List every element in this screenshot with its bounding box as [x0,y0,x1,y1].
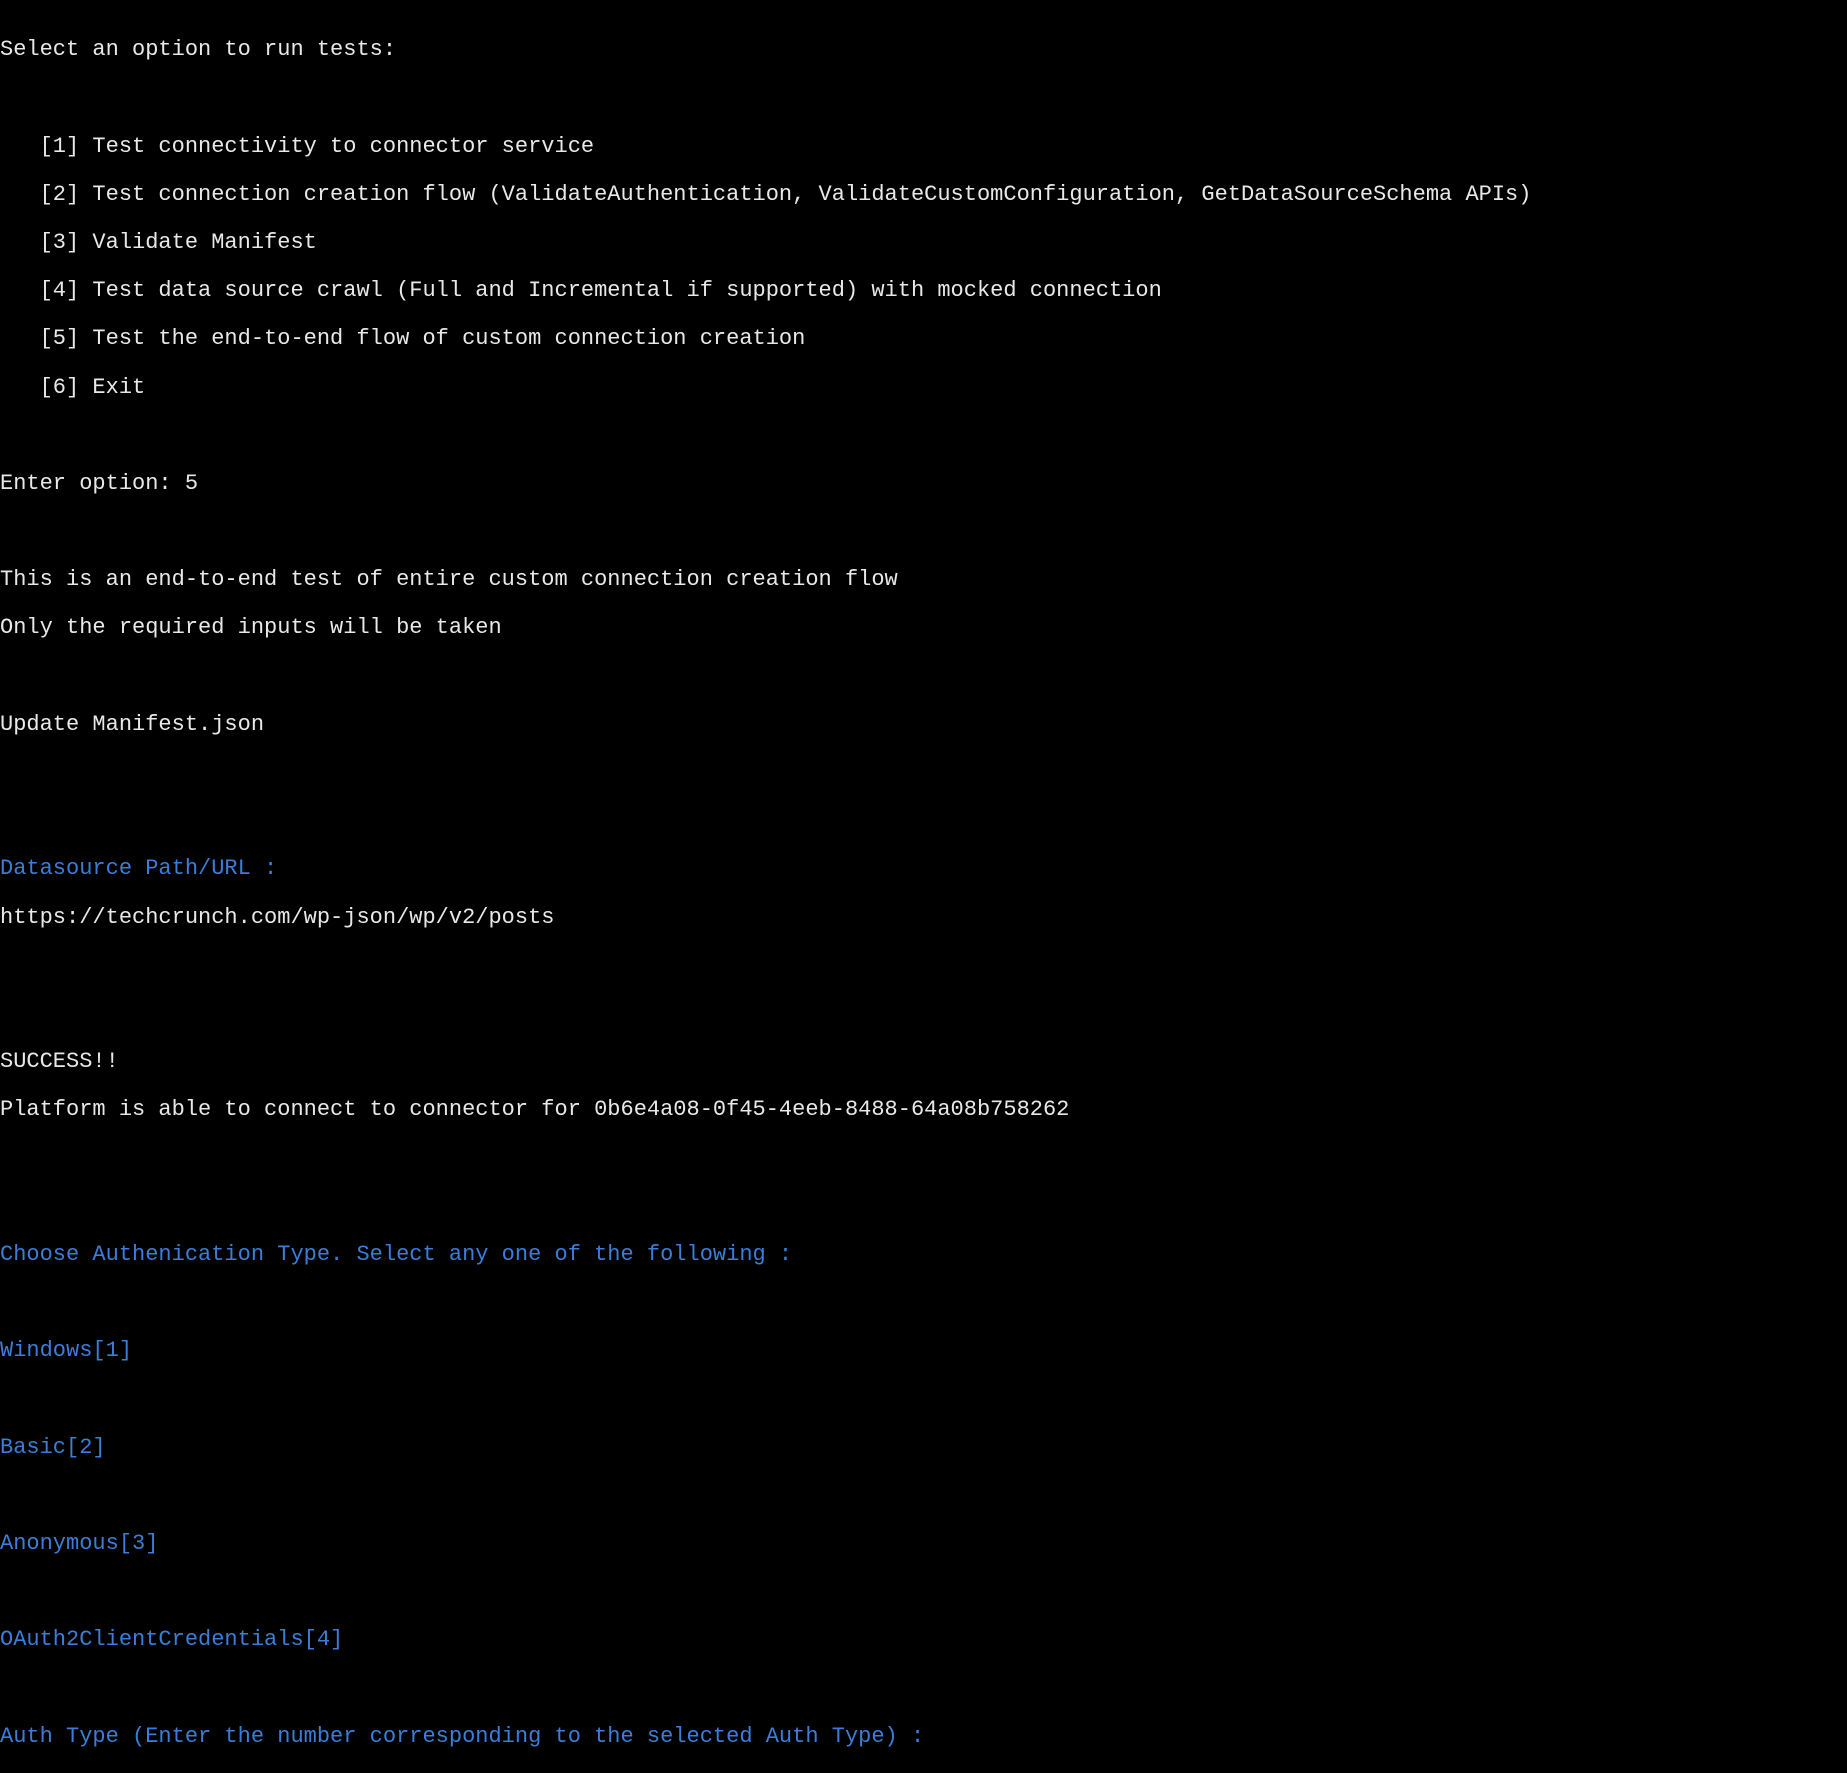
blank-line [0,1580,1847,1604]
auth-type-prompt[interactable]: Auth Type (Enter the number correspondin… [0,1725,1847,1749]
menu-option-1: [1] Test connectivity to connector servi… [0,135,1847,159]
blank-line [0,761,1847,785]
datasource-value: https://techcrunch.com/wp-json/wp/v2/pos… [0,906,1847,930]
blank-line [0,520,1847,544]
terminal-output[interactable]: Select an option to run tests: [1] Test … [0,0,1847,1773]
menu-option-2: [2] Test connection creation flow (Valid… [0,183,1847,207]
menu-option-3: [3] Validate Manifest [0,231,1847,255]
blank-line [0,1147,1847,1171]
datasource-label: Datasource Path/URL : [0,857,1847,881]
blank-line [0,1387,1847,1411]
blank-line [0,1677,1847,1701]
blank-line [0,809,1847,833]
auth-header: Choose Authenication Type. Select any on… [0,1243,1847,1267]
menu-option-5: [5] Test the end-to-end flow of custom c… [0,327,1847,351]
enter-option-value: 5 [185,471,198,496]
auth-option-windows: Windows[1] [0,1339,1847,1363]
auth-option-oauth: OAuth2ClientCredentials[4] [0,1628,1847,1652]
enter-option-label: Enter option: [0,471,185,496]
update-manifest-line: Update Manifest.json [0,713,1847,737]
auth-option-basic: Basic[2] [0,1436,1847,1460]
blank-line [0,1195,1847,1219]
description-line-1: This is an end-to-end test of entire cus… [0,568,1847,592]
enter-option-line: Enter option: 5 [0,472,1847,496]
menu-option-6: [6] Exit [0,376,1847,400]
success-line-2: Platform is able to connect to connector… [0,1098,1847,1122]
success-line-1: SUCCESS!! [0,1050,1847,1074]
blank-line [0,665,1847,689]
description-line-2: Only the required inputs will be taken [0,616,1847,640]
blank-line [0,424,1847,448]
menu-option-4: [4] Test data source crawl (Full and Inc… [0,279,1847,303]
blank-line [0,86,1847,110]
blank-line [0,1291,1847,1315]
blank-line [0,954,1847,978]
menu-header: Select an option to run tests: [0,38,1847,62]
blank-line [0,1002,1847,1026]
blank-line [0,1484,1847,1508]
auth-option-anonymous: Anonymous[3] [0,1532,1847,1556]
